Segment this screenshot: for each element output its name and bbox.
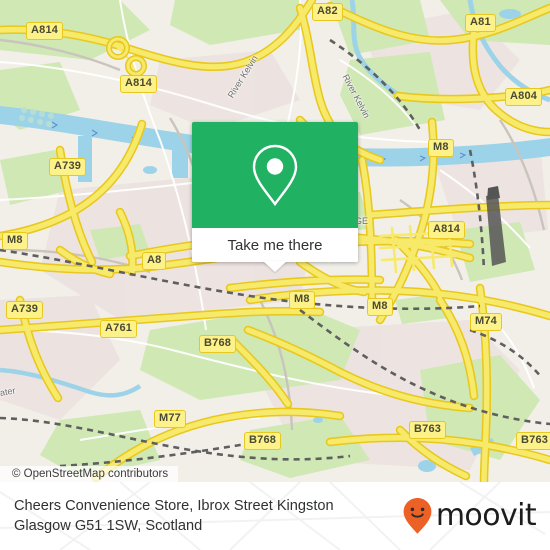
road-shield: A814	[26, 22, 64, 40]
road-shield: A81	[465, 14, 496, 32]
moovit-brand-logo[interactable]: moovit	[402, 497, 537, 535]
road-shield: M8	[428, 139, 454, 157]
take-me-there-label: Take me there	[227, 236, 323, 254]
road-shield: A814	[428, 221, 466, 239]
map-screenshot-page: A814 A82 A81 A814 A804 M8 A739 M8 A8 A814 A739 M8 M8…	[0, 0, 550, 550]
road-shield: A8	[142, 252, 167, 270]
road-shield: B763	[516, 432, 550, 450]
footer-bar: Cheers Convenience Store, Ibrox Street K…	[0, 482, 550, 550]
moovit-pin-icon	[403, 498, 432, 534]
callout-header	[192, 122, 358, 228]
road-shield: B768	[244, 432, 282, 450]
map-canvas[interactable]: A814 A82 A81 A814 A804 M8 A739 M8 A8 A814 A739 M8 M8…	[0, 0, 550, 482]
road-shield: M8	[2, 232, 28, 250]
callout-pointer-tail	[263, 261, 287, 272]
address-line-1: Cheers Convenience Store, Ibrox Street K…	[14, 498, 334, 514]
map-pin-icon	[252, 144, 298, 207]
location-callout-card[interactable]: Take me there	[192, 122, 358, 272]
attribution-text: © OpenStreetMap contributors	[12, 468, 169, 480]
address-line-2: Glasgow G51 1SW, Scotland	[14, 518, 203, 534]
moovit-wordmark: moovit	[435, 498, 537, 533]
location-address: Cheers Convenience Store, Ibrox Street K…	[14, 496, 334, 536]
road-shield: B768	[199, 335, 237, 353]
callout-action-bar[interactable]: Take me there	[192, 228, 358, 262]
road-shield: M8	[367, 298, 393, 316]
road-shield: M8	[289, 291, 315, 309]
road-shield: A761	[100, 320, 138, 338]
road-shield: B763	[409, 421, 447, 439]
road-shield: M74	[470, 313, 502, 331]
road-shield: A82	[312, 3, 343, 21]
road-shield: A814	[120, 75, 158, 93]
road-shield: A804	[505, 88, 543, 106]
osm-attribution[interactable]: © OpenStreetMap contributors	[0, 466, 179, 482]
road-shield: A739	[49, 158, 87, 176]
road-shield: A739	[6, 301, 44, 319]
road-shield: M77	[154, 410, 186, 428]
